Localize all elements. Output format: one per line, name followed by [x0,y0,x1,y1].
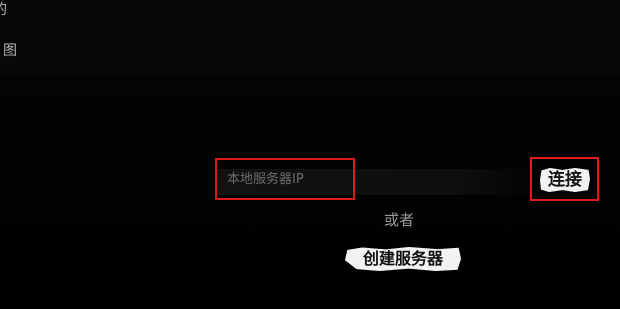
top-banner: 的 图 [0,0,620,74]
create-server-button[interactable]: 创建服务器 [345,247,461,271]
or-label: 或者 [384,211,415,229]
ip-input-highlight [215,158,355,200]
connect-button[interactable]: 连接 [540,168,590,192]
header-text-1: 的 [0,2,7,18]
game-server-screen: 的 图 连接 或者 创建服务器 [0,0,620,309]
header-text-2: 图 [3,43,17,59]
server-ip-input[interactable] [227,169,345,189]
connect-highlight: 连接 [530,157,599,201]
